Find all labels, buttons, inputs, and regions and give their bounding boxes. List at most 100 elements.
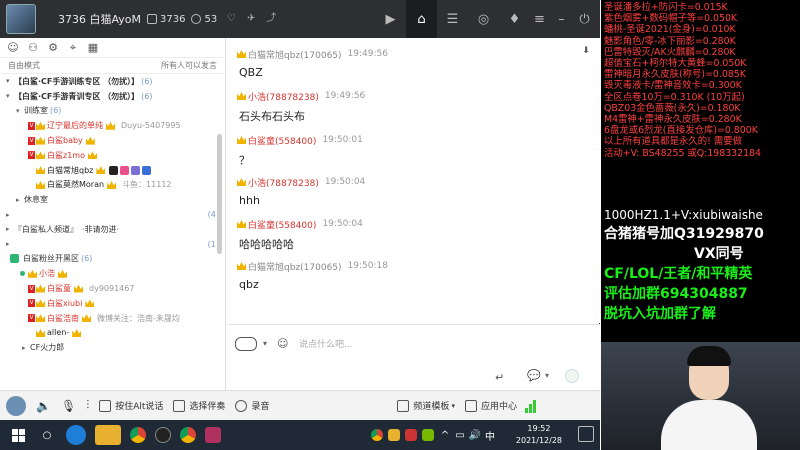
tree-member[interactable]: allen- — [0, 326, 225, 341]
badge-icon — [109, 165, 119, 175]
template-button[interactable]: 频道模板 ▾ — [397, 399, 455, 412]
member-name: 白鲨浩南 — [47, 313, 79, 323]
vip-icon: V — [28, 151, 35, 160]
notification-icon[interactable] — [578, 426, 594, 442]
price-list-overlay: 圣诞潘多拉+防闪卡=0.015K 紫色烟雾+数码帽子等=0.050K 蟠桃-圣诞20… — [601, 0, 800, 200]
price-line: 紫色烟雾+数码帽子等=0.050K — [604, 13, 738, 25]
chat-message[interactable]: 白猫常旭qbz(170065) 19:49:56 QBZ — [237, 48, 388, 79]
ime-indicator[interactable]: 中 — [484, 425, 496, 445]
edge-icon[interactable] — [66, 425, 86, 445]
power-icon[interactable]: ⏻ — [569, 0, 600, 38]
message-sender[interactable]: 小浩(78878238) — [248, 90, 319, 103]
system-clock[interactable]: 19:52 2021/12/28 — [516, 423, 562, 447]
chevron-down-icon[interactable]: ▾ — [545, 371, 549, 380]
voice-app-icon[interactable] — [95, 425, 121, 445]
tree-member[interactable]: V 白鲨浩南 微博关注：浩南-未晟均 — [0, 311, 225, 326]
channel-name: 【白鲨·CF手游青训专区 （勿扰）】 — [14, 91, 140, 101]
message-sender[interactable]: 小浩(78878238) — [248, 176, 319, 189]
mic-icon[interactable]: 🎙 — [61, 399, 76, 413]
grid-icon[interactable]: ▦ — [86, 41, 100, 54]
chat-message[interactable]: 小浩(78878238) 19:50:04 hhh — [237, 176, 365, 207]
message-sender[interactable]: 白猫常旭qbz(170065) — [248, 260, 342, 273]
home-icon[interactable]: ⌂ — [406, 0, 437, 38]
tree-channel[interactable]: 白鲨粉丝开黑区 (6) — [0, 252, 225, 267]
chat-message[interactable]: 白猫常旭qbz(170065) 19:50:18 qbz — [237, 260, 388, 291]
app-center-button[interactable]: 应用中心 — [464, 399, 517, 412]
heart-icon[interactable]: ♡ — [225, 13, 237, 25]
message-text: hhh — [239, 194, 260, 207]
tree-subchannel[interactable]: ▾ 训练室 (6) — [0, 104, 225, 119]
tree-scrollbar[interactable] — [217, 134, 222, 254]
alt-speak-button[interactable]: 按住Alt说话 — [99, 399, 163, 412]
message-sender[interactable]: 白鲨童(558400) — [248, 218, 316, 231]
tray-shield-icon[interactable] — [405, 429, 417, 441]
message-sender[interactable]: 白猫常旭qbz(170065) — [248, 48, 342, 61]
tree-channel[interactable]: ▸ (1) — [0, 237, 225, 252]
list-icon[interactable]: ☰ — [437, 0, 468, 38]
tray-chrome-icon[interactable] — [371, 429, 383, 441]
speaker-icon[interactable]: 🔊 — [469, 425, 481, 445]
emoji-icon[interactable]: ☺ — [277, 337, 288, 350]
tray-app-icon[interactable] — [388, 429, 400, 441]
share-icon[interactable]: ⤴ — [265, 13, 277, 25]
tree-channel[interactable]: ▾ 【白鲨·CF手游青训专区 （勿扰）】 (6) — [0, 89, 225, 104]
network-icon[interactable]: ▭ — [454, 425, 466, 445]
plane-icon[interactable]: ✈ — [245, 13, 257, 25]
user-icon[interactable]: ☺ — [6, 41, 20, 54]
message-sender[interactable]: 白鲨童(558400) — [248, 134, 316, 147]
chrome-icon[interactable] — [180, 427, 196, 443]
users-icon[interactable]: ⚇ — [26, 41, 40, 54]
flower-icon[interactable] — [565, 369, 579, 383]
volume-icon[interactable]: 🔈 — [36, 399, 51, 413]
chevron-down-icon[interactable]: ▾ — [263, 339, 267, 348]
location-icon[interactable]: ⌖ — [66, 41, 80, 55]
enter-icon[interactable]: ↵ — [495, 371, 504, 384]
tree-member[interactable]: 白猫常旭qbz — [0, 163, 225, 178]
tree-channel[interactable]: ▸ (4) — [0, 207, 225, 222]
tree-channel[interactable]: ▸ CF火力郎 — [0, 340, 225, 355]
tray-expand-icon[interactable]: ^ — [439, 425, 451, 445]
chat-message[interactable]: 小浩(78878238) 19:49:56 石头布石头布 — [237, 90, 365, 124]
badge-icon — [131, 165, 141, 175]
tree-member[interactable]: 小浩 — [0, 266, 225, 281]
self-avatar[interactable] — [6, 395, 26, 416]
crown-icon — [82, 314, 91, 323]
tree-member[interactable]: V 白鲨z1mo — [0, 148, 225, 163]
tree-member[interactable]: V 白鲨baby — [0, 133, 225, 148]
chat-input[interactable]: 说点什么吧... — [299, 337, 353, 350]
tree-member[interactable]: V 白鲨xiubi — [0, 296, 225, 311]
windows-start-icon[interactable] — [8, 425, 28, 445]
channel-avatar[interactable] — [6, 4, 36, 34]
member-count: (6) — [50, 106, 62, 116]
tree-channel[interactable]: ▾ 【白鲨·CF手游训练专区 （勿扰）】 (6) — [0, 74, 225, 89]
scroll-down-icon[interactable]: ⬇ — [580, 46, 592, 60]
mode-select[interactable]: 自由模式 — [8, 60, 40, 71]
crown-icon — [36, 151, 45, 160]
accompany-button[interactable]: 选择伴奏 — [173, 399, 225, 412]
crown-icon — [85, 299, 95, 308]
windows-taskbar: ○ ^ ▭ 🔊 中 19:52 2021/12/28 — [0, 420, 600, 450]
gamepad-icon[interactable]: ◎ — [468, 0, 499, 38]
comment-icon[interactable]: 💬 — [527, 369, 541, 382]
chat-message[interactable]: 白鲨童(558400) 19:50:04 哈哈哈哈哈 — [237, 218, 363, 252]
gamepad-icon[interactable] — [235, 337, 257, 351]
app-icon[interactable] — [205, 427, 221, 443]
settings-icon[interactable]: ⚙ — [46, 41, 60, 54]
tree-channel[interactable]: ▸ 『白鲨私人频道』 ·非请勿进· — [0, 222, 225, 237]
ad-line: VX同号 — [694, 246, 744, 262]
tree-member[interactable]: 白鲨莫然Moran 斗鱼：11112 — [0, 178, 225, 193]
equalizer-icon[interactable]: ⫶ — [86, 398, 89, 413]
tray-nvidia-icon[interactable] — [422, 429, 434, 441]
chat-message[interactable]: 白鲨童(558400) 19:50:01 ？ — [237, 134, 363, 168]
record-button[interactable]: 录音 — [235, 399, 269, 412]
tree-member[interactable]: V 辽宁最后的单纯 Duyu-5407995 — [0, 118, 225, 133]
bottom-toolbar: 🔈 🎙 ⫶ 按住Alt说话 选择伴奏 录音 频道模板 ▾ 应用中心 — [0, 390, 600, 420]
tree-subchannel[interactable]: ▸ 休息室 — [0, 192, 225, 207]
video-icon[interactable]: ▶ — [375, 0, 406, 38]
obs-icon[interactable] — [155, 427, 171, 443]
tree-member[interactable]: V 白鲨童 dy9091467 — [0, 281, 225, 296]
price-line: 全区点卷10万=0.310K (10万起) — [604, 91, 745, 103]
search-icon[interactable]: ○ — [37, 425, 57, 445]
chrome-icon[interactable] — [130, 427, 146, 443]
chat-panel: ⬇ 白猫常旭qbz(170065) 19:49:56 QBZ 小浩(78878238)… — [227, 38, 600, 323]
